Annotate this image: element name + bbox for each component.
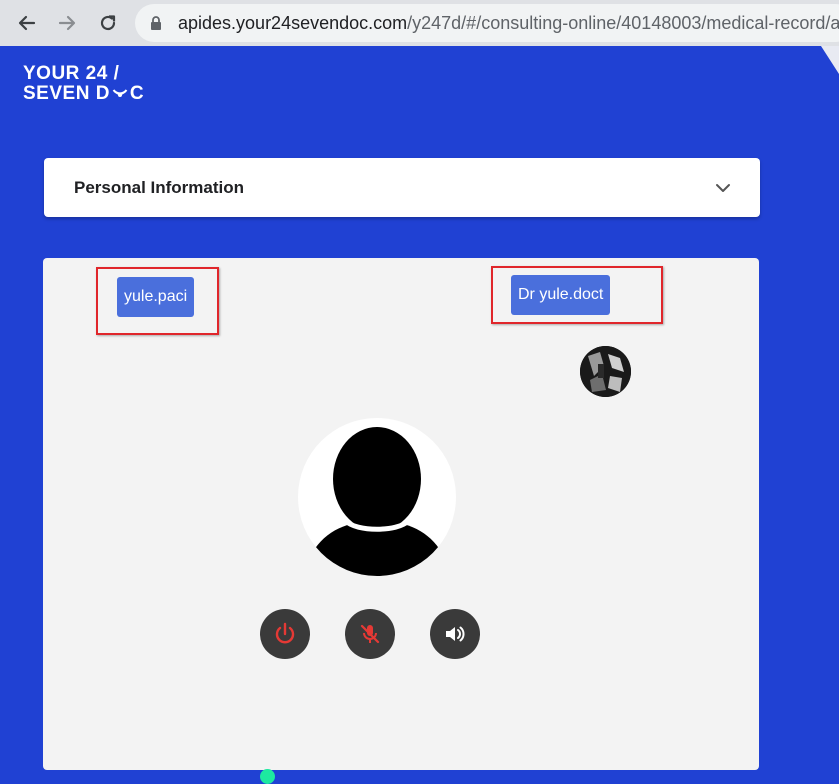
panel-title: Personal Information	[74, 178, 245, 197]
brand-line-2-right: C	[129, 83, 145, 104]
browser-toolbar: apides.your24sevendoc.com/y247d/#/consul…	[0, 0, 839, 46]
patient-avatar	[298, 418, 456, 576]
hang-up-button[interactable]	[260, 609, 310, 659]
chevron-down-icon[interactable]	[715, 183, 731, 193]
url-host: apides.your24sevendoc.com	[178, 13, 408, 33]
video-call-area: yule.paci Dr yule.doct	[43, 258, 759, 770]
url-path: /y247d/#/consulting-online/40148003/medi…	[407, 13, 839, 33]
back-button[interactable]	[14, 10, 40, 36]
lock-icon	[151, 16, 161, 30]
signal-o-icon	[112, 89, 128, 97]
arrow-left-icon	[18, 15, 36, 31]
arrow-right-icon	[58, 15, 76, 31]
reload-button[interactable]	[95, 10, 121, 36]
video-thumbnail-image	[580, 346, 631, 397]
connection-status-dot	[260, 769, 275, 784]
speaker-button[interactable]	[430, 609, 480, 659]
brand-line-2-left: SEVEN D	[23, 83, 110, 104]
doctor-name-badge: Dr yule.doct	[511, 275, 611, 315]
power-icon	[275, 622, 295, 644]
patient-name-badge: yule.paci	[117, 277, 195, 317]
mute-microphone-button[interactable]	[345, 609, 395, 659]
mic-off-icon	[360, 624, 380, 644]
forward-button[interactable]	[54, 10, 80, 36]
speaker-icon	[446, 626, 465, 642]
doctor-video-thumbnail[interactable]	[580, 346, 631, 397]
user-silhouette-icon	[312, 427, 442, 576]
reload-icon	[100, 15, 116, 31]
page-corner-fold	[821, 46, 839, 74]
brand-line-1: YOUR 24 /	[23, 63, 120, 84]
brand-logo[interactable]: YOUR 24 / SEVEN D C	[23, 64, 144, 104]
address-bar[interactable]: apides.your24sevendoc.com/y247d/#/consul…	[135, 4, 839, 42]
personal-information-panel[interactable]: Personal Information	[44, 158, 760, 217]
app-page: YOUR 24 / SEVEN D C Personal Information…	[0, 46, 839, 784]
url-text: apides.your24sevendoc.com/y247d/#/consul…	[178, 13, 839, 34]
